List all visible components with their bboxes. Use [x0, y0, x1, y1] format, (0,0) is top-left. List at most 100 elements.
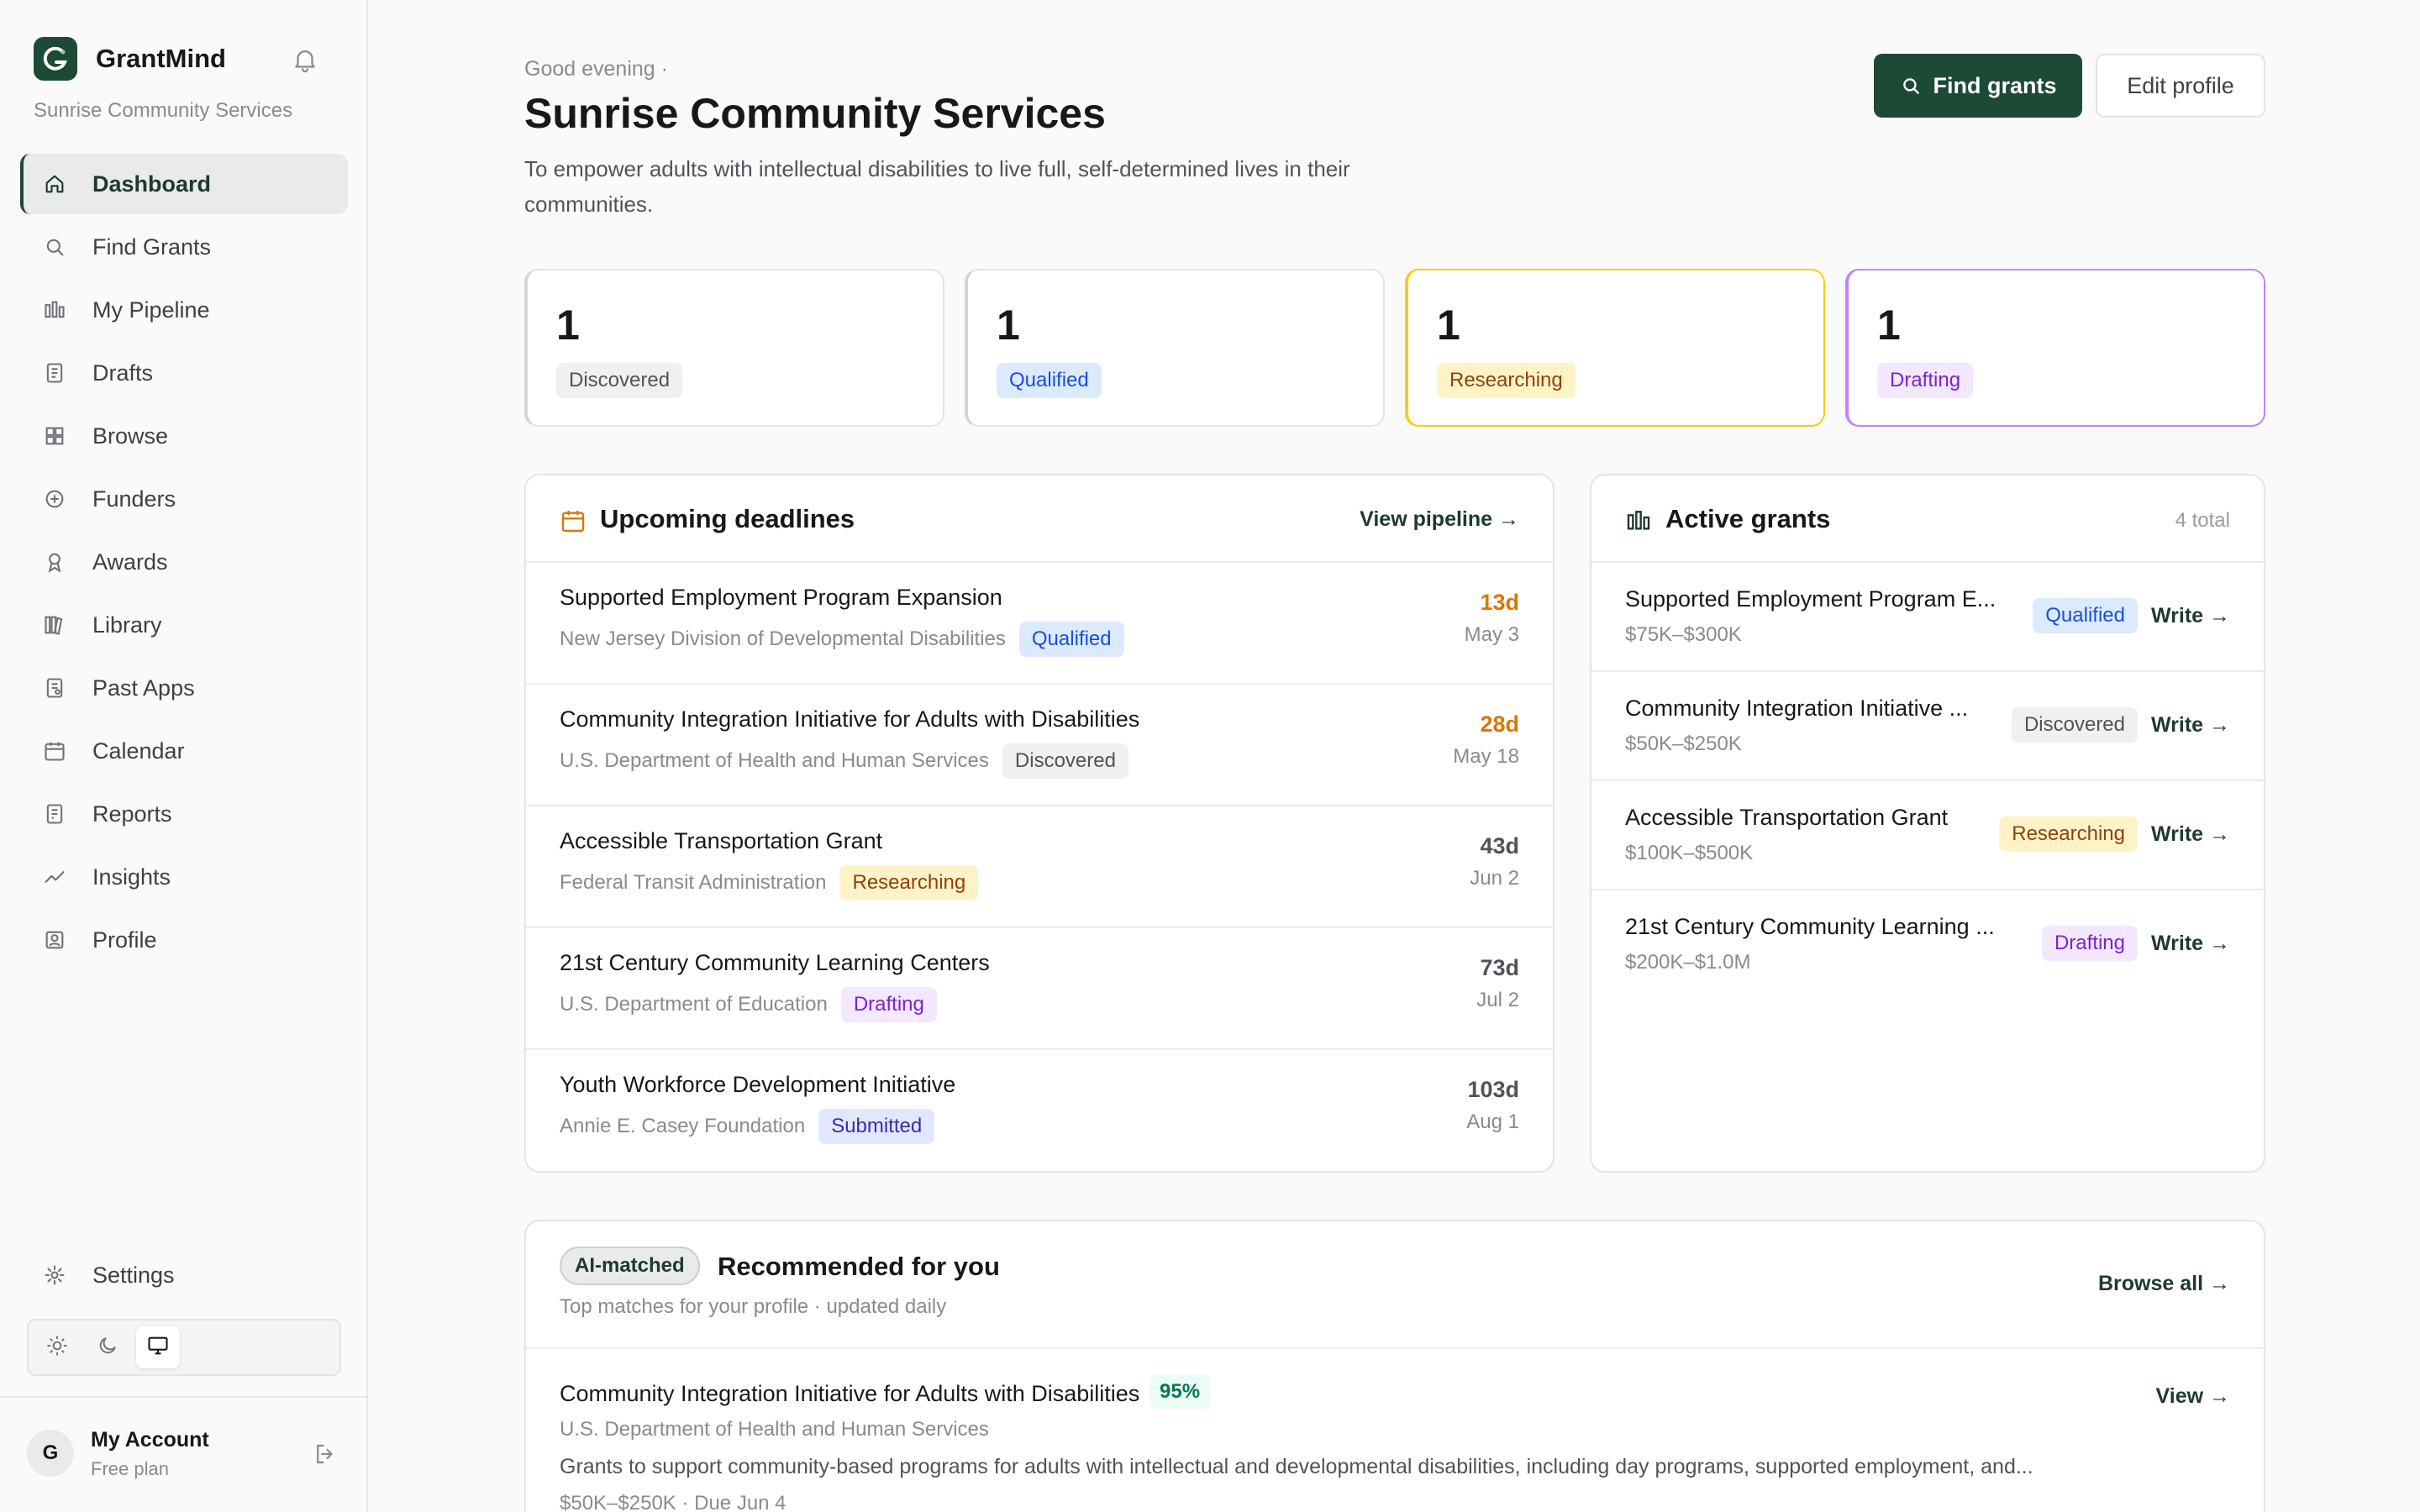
days-remaining: 13d: [1480, 590, 1519, 615]
deadline-row[interactable]: Accessible Transportation Grant Federal …: [526, 806, 1553, 928]
active-grant-row[interactable]: Supported Employment Program E... $75K–$…: [1591, 563, 2264, 672]
status-badge: Drafting: [840, 987, 937, 1022]
dark-theme-button[interactable]: [86, 1326, 129, 1368]
pipeline-icon: [42, 297, 67, 323]
sidebar-item-past-apps[interactable]: Past Apps: [20, 658, 348, 718]
stat-card-drafting[interactable]: 1 Drafting: [1845, 269, 2265, 427]
sidebar-item-find-grants[interactable]: Find Grants: [20, 217, 348, 277]
library-icon: [42, 612, 67, 638]
write-link[interactable]: Write →: [2151, 822, 2230, 847]
sidebar-item-profile[interactable]: Profile: [20, 910, 348, 970]
grant-amount: $50K–$250K: [1625, 732, 1742, 755]
grant-name: Community Integration Initiative for Adu…: [560, 1381, 1140, 1406]
logout-icon[interactable]: [313, 1441, 339, 1468]
edit-profile-button[interactable]: Edit profile: [2096, 54, 2265, 118]
grant-amount-due: $50K–$250K · Due Jun 4: [560, 1492, 786, 1512]
status-badge: Discovered: [1002, 743, 1128, 779]
account-section[interactable]: G My Account Free plan: [0, 1396, 366, 1512]
sidebar-item-calendar[interactable]: Calendar: [20, 721, 348, 781]
sidebar-item-my-pipeline[interactable]: My Pipeline: [20, 280, 348, 340]
deadline-date: May 18: [1453, 745, 1519, 768]
sidebar-item-label: My Pipeline: [92, 297, 210, 323]
stat-count: 1: [1437, 302, 1460, 349]
sidebar-item-label: Reports: [92, 801, 172, 827]
funder-name: U.S. Department of Health and Human Serv…: [560, 1418, 989, 1441]
circle-plus-icon: [42, 486, 67, 512]
view-link[interactable]: View →: [2156, 1384, 2230, 1409]
status-badge: Drafting: [2041, 926, 2138, 961]
sidebar-item-drafts[interactable]: Drafts: [20, 343, 348, 403]
active-grant-row[interactable]: 21st Century Community Learning ... $200…: [1591, 890, 2264, 1000]
status-badge: Researching: [1437, 363, 1576, 398]
grant-name: Community Integration Initiative for Adu…: [560, 706, 1140, 732]
funder-name: Federal Transit Administration: [560, 871, 827, 894]
deadline-date: Jun 2: [1470, 867, 1519, 890]
sidebar-item-dashboard[interactable]: Dashboard: [20, 154, 348, 214]
days-remaining: 73d: [1480, 955, 1519, 980]
days-remaining: 28d: [1480, 711, 1519, 737]
deadline-list: Supported Employment Program Expansion N…: [526, 563, 1553, 1171]
active-grant-row[interactable]: Community Integration Initiative ... $50…: [1591, 672, 2264, 781]
sidebar-item-funders[interactable]: Funders: [20, 469, 348, 529]
deadline-row[interactable]: Community Integration Initiative for Adu…: [526, 685, 1553, 806]
deadline-date: Aug 1: [1466, 1110, 1519, 1133]
panel-title: Active grants: [1665, 504, 1831, 533]
status-badge: Submitted: [818, 1109, 935, 1144]
calendar-icon: [560, 507, 587, 534]
theme-switcher: [27, 1319, 341, 1376]
stat-card-researching[interactable]: 1 Researching: [1405, 269, 1825, 427]
active-grants-panel: Active grants 4 total Supported Employme…: [1590, 474, 2265, 1173]
light-theme-button[interactable]: [35, 1326, 79, 1368]
sidebar-item-awards[interactable]: Awards: [20, 532, 348, 592]
write-link[interactable]: Write →: [2151, 932, 2230, 956]
system-theme-button[interactable]: [136, 1326, 180, 1368]
sidebar-item-label: Past Apps: [92, 675, 195, 701]
write-link[interactable]: Write →: [2151, 713, 2230, 738]
stat-card-qualified[interactable]: 1 Qualified: [965, 269, 1385, 427]
deadline-date: Jul 2: [1476, 989, 1519, 1011]
panel-header: Active grants 4 total: [1591, 475, 2264, 563]
upcoming-deadlines-panel: Upcoming deadlines View pipeline → Suppo…: [524, 474, 1555, 1173]
status-badge: Researching: [1999, 816, 2138, 852]
panel-header: AI-matched Recommended for you Top match…: [526, 1221, 2264, 1349]
sidebar-item-label: Awards: [92, 549, 168, 575]
account-name: My Account: [91, 1428, 209, 1452]
sidebar-item-browse[interactable]: Browse: [20, 406, 348, 466]
deadline-row[interactable]: Supported Employment Program Expansion N…: [526, 563, 1553, 685]
funder-name: U.S. Department of Health and Human Serv…: [560, 749, 989, 772]
file-list-icon: [42, 675, 67, 701]
grant-name: Accessible Transportation Grant: [1625, 805, 1949, 830]
find-grants-label: Find grants: [1933, 72, 2057, 98]
sidebar-item-label: Profile: [92, 927, 157, 953]
sidebar-item-settings[interactable]: Settings: [20, 1245, 348, 1305]
avatar: G: [27, 1430, 74, 1477]
grid-icon: [42, 423, 67, 449]
grant-name: Community Integration Initiative ...: [1625, 696, 1969, 721]
panel-subtitle: Top matches for your profile · updated d…: [560, 1295, 947, 1318]
deadline-row[interactable]: Youth Workforce Development Initiative A…: [526, 1050, 1553, 1171]
deadline-row[interactable]: 21st Century Community Learning Centers …: [526, 928, 1553, 1050]
page-title: Sunrise Community Services: [524, 90, 1106, 137]
search-icon: [42, 234, 67, 260]
trend-icon: [42, 864, 67, 890]
find-grants-button[interactable]: Find grants: [1874, 54, 2082, 118]
sidebar-item-label: Browse: [92, 423, 169, 449]
brand[interactable]: GrantMind: [34, 37, 226, 81]
write-link[interactable]: Write →: [2151, 604, 2230, 628]
grant-name: Supported Employment Program E...: [1625, 586, 1996, 612]
view-pipeline-link[interactable]: View pipeline →: [1360, 507, 1519, 532]
stat-card-discovered[interactable]: 1 Discovered: [524, 269, 944, 427]
sidebar: GrantMind Sunrise Community Services Das…: [0, 0, 368, 1512]
stat-count: 1: [1877, 302, 1901, 349]
grant-amount: $75K–$300K: [1625, 623, 1742, 646]
browse-all-link[interactable]: Browse all →: [2098, 1272, 2230, 1296]
sidebar-item-library[interactable]: Library: [20, 595, 348, 655]
document-icon: [42, 360, 67, 386]
sidebar-item-insights[interactable]: Insights: [20, 847, 348, 907]
grant-description: Grants to support community-based progra…: [560, 1455, 2033, 1478]
active-grant-row[interactable]: Accessible Transportation Grant $100K–$5…: [1591, 781, 2264, 890]
bell-icon[interactable]: [291, 45, 319, 74]
sidebar-item-reports[interactable]: Reports: [20, 784, 348, 844]
gear-icon: [42, 1263, 67, 1288]
days-remaining: 43d: [1480, 833, 1519, 858]
